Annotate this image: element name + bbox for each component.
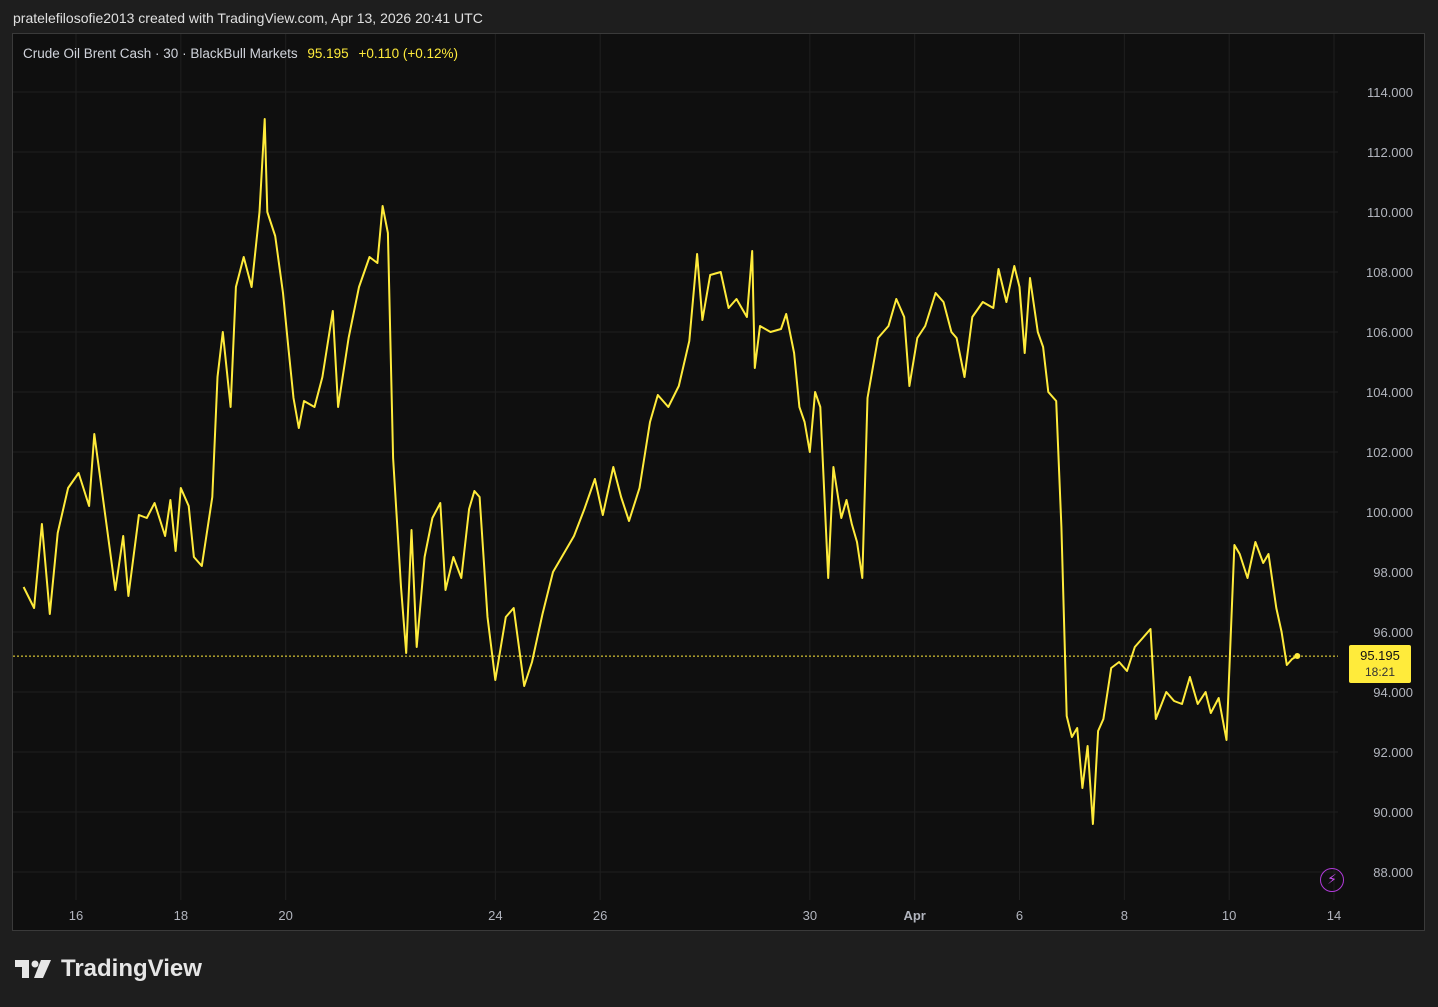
x-tick-label: 6	[1016, 908, 1023, 923]
legend-change: +0.110 (+0.12%)	[358, 46, 459, 61]
x-tick-label: 16	[69, 908, 83, 923]
tradingview-logo-icon	[15, 960, 51, 978]
badge-countdown: 18:21	[1364, 665, 1396, 679]
x-tick-label: 26	[593, 908, 607, 923]
last-price-badge: 95.195 18:21	[1349, 645, 1411, 683]
y-tick-label: 108.000	[1366, 265, 1413, 280]
tradingview-logo[interactable]: TradingView	[15, 955, 202, 983]
y-tick-label: 112.000	[1367, 145, 1413, 160]
y-tick-label: 98.000	[1373, 565, 1413, 580]
x-tick-label: 20	[278, 908, 292, 923]
chart-attribution: pratelefilosofie2013 created with Tradin…	[13, 10, 483, 26]
symbol-name[interactable]: Crude Oil Brent Cash · 30 · BlackBull Ma…	[23, 46, 298, 61]
y-tick-label: 88.000	[1373, 865, 1413, 880]
y-tick-label: 96.000	[1373, 625, 1413, 640]
x-tick-label: 24	[488, 908, 502, 923]
x-tick-label: 10	[1222, 908, 1236, 923]
price-chart[interactable]: 114.000 112.000 110.000 108.000 106.000 104.0…	[13, 34, 1424, 930]
y-tick-label: 102.000	[1366, 445, 1413, 460]
y-tick-label: 114.000	[1367, 85, 1413, 100]
lightning-icon[interactable]: ⚡	[1320, 868, 1344, 892]
x-tick-label: 8	[1121, 908, 1128, 923]
legend-price: 95.195	[307, 46, 349, 61]
y-tick-label: 106.000	[1366, 325, 1413, 340]
brand-name: TradingView	[61, 955, 202, 982]
last-price-dot	[1294, 653, 1301, 659]
y-tick-label: 92.000	[1373, 745, 1413, 760]
x-tick-label: 14	[1327, 908, 1341, 923]
x-tick-label: 18	[174, 908, 188, 923]
y-tick-label: 90.000	[1373, 805, 1413, 820]
symbol-legend: Crude Oil Brent Cash · 30 · BlackBull Ma…	[23, 46, 458, 61]
x-tick-label: Apr	[903, 908, 925, 923]
x-tick-label: 30	[803, 908, 817, 923]
badge-price: 95.195	[1360, 648, 1400, 663]
y-tick-label: 110.000	[1367, 205, 1413, 220]
y-tick-label: 100.000	[1366, 505, 1413, 520]
y-tick-label: 104.000	[1366, 385, 1413, 400]
y-tick-label: 94.000	[1373, 685, 1413, 700]
grid-layer	[13, 34, 1338, 900]
y-axis: 114.000 112.000 110.000 108.000 106.000 104.0…	[1366, 85, 1413, 880]
x-axis: 16 18 20 24 26 30 Apr 6 8 10 14	[69, 908, 1341, 923]
price-series-line	[22, 118, 1298, 825]
chart-pane[interactable]: 114.000 112.000 110.000 108.000 106.000 104.0…	[12, 33, 1425, 931]
